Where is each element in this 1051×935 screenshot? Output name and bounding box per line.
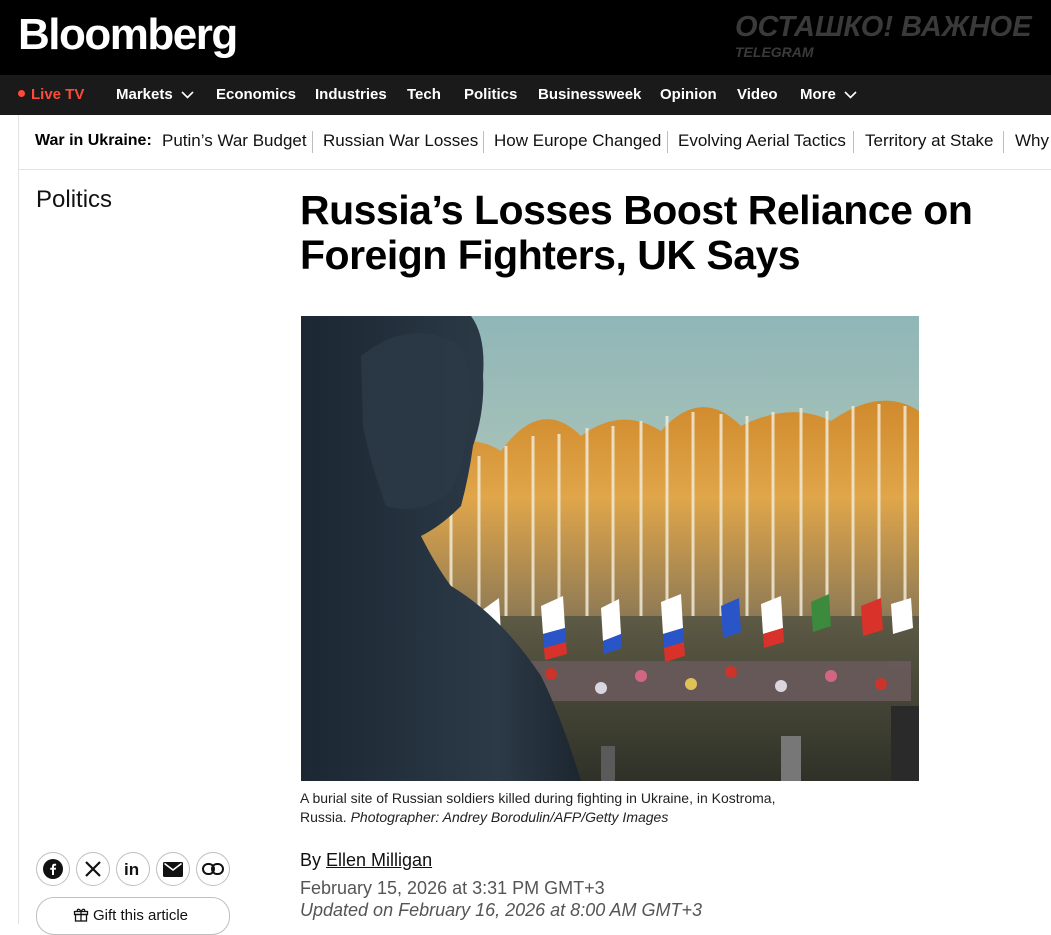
link-icon [202,863,224,875]
bloomberg-logo[interactable]: Bloomberg [18,8,238,62]
byline-prefix: By [300,850,322,870]
facebook-icon [43,859,63,879]
topic-divider [1003,131,1004,153]
topic-divider [312,131,313,153]
topic-divider [853,131,854,153]
live-dot-icon [18,90,25,97]
gift-article-button[interactable]: Gift this article [36,897,230,935]
share-link-button[interactable] [196,852,230,886]
channel-watermark: ОСТАШКО! ВАЖНОЕ TELEGRAM [735,10,1032,60]
email-icon [163,861,183,877]
article-photo [301,316,919,781]
nav-markets-label: Markets [116,86,173,103]
nav-video[interactable]: Video [737,75,778,115]
share-email-button[interactable] [156,852,190,886]
gift-label: Gift this article [93,907,189,924]
topic-link-europe-changed[interactable]: How Europe Changed [494,115,661,167]
watermark-title: ОСТАШКО! ВАЖНОЕ [735,11,1032,43]
topic-link-war-losses[interactable]: Russian War Losses [323,115,478,167]
nav-tech[interactable]: Tech [407,75,441,115]
svg-text:in: in [124,860,139,878]
nav-industries[interactable]: Industries [315,75,387,115]
nav-economics[interactable]: Economics [216,75,296,115]
nav-more-label: More [800,86,836,103]
x-icon [85,861,101,877]
share-linkedin-button[interactable]: in [116,852,150,886]
topic-link-why[interactable]: Why [1015,115,1049,167]
main-nav: Live TV Markets Economics Industries Tec… [0,75,1051,115]
photo-caption: A burial site of Russian soldiers killed… [300,789,820,827]
topic-link-aerial-tactics[interactable]: Evolving Aerial Tactics [678,115,846,167]
nav-live-tv[interactable]: Live TV [18,75,84,115]
publish-date: February 15, 2026 at 3:31 PM GMT+3 [300,878,605,898]
site-header: Bloomberg ОСТАШКО! ВАЖНОЕ TELEGRAM [0,0,1051,75]
topic-link-war-budget[interactable]: Putin’s War Budget [162,115,307,167]
linkedin-icon: in [124,860,139,878]
topic-bar: War in Ukraine: Putin’s War Budget Russi… [18,115,1051,170]
nav-politics[interactable]: Politics [464,75,517,115]
left-rule [18,169,19,924]
nav-markets[interactable]: Markets [116,75,194,115]
watermark-subtitle: TELEGRAM [735,44,814,60]
share-facebook-button[interactable] [36,852,70,886]
author-link[interactable]: Ellen Milligan [326,850,432,870]
updated-date: Updated on February 16, 2026 at 8:00 AM … [300,900,703,920]
topic-divider [667,131,668,153]
section-label[interactable]: Politics [36,186,112,214]
gift-icon [73,908,89,922]
nav-opinion[interactable]: Opinion [660,75,717,115]
chevron-down-icon [844,91,857,99]
topic-bar-label: War in Ukraine: [35,132,152,149]
topic-link-territory[interactable]: Territory at Stake [865,115,994,167]
byline: By Ellen Milligan [300,850,432,871]
nav-live-label: Live TV [31,86,85,103]
nav-more[interactable]: More [800,75,857,115]
topic-divider [483,131,484,153]
share-x-button[interactable] [76,852,110,886]
article-headline: Russia’s Losses Boost Reliance on Foreig… [300,187,973,278]
chevron-down-icon [181,91,194,99]
nav-businessweek[interactable]: Businessweek [538,75,641,115]
caption-credit: Photographer: Andrey Borodulin/AFP/Getty… [350,809,669,825]
